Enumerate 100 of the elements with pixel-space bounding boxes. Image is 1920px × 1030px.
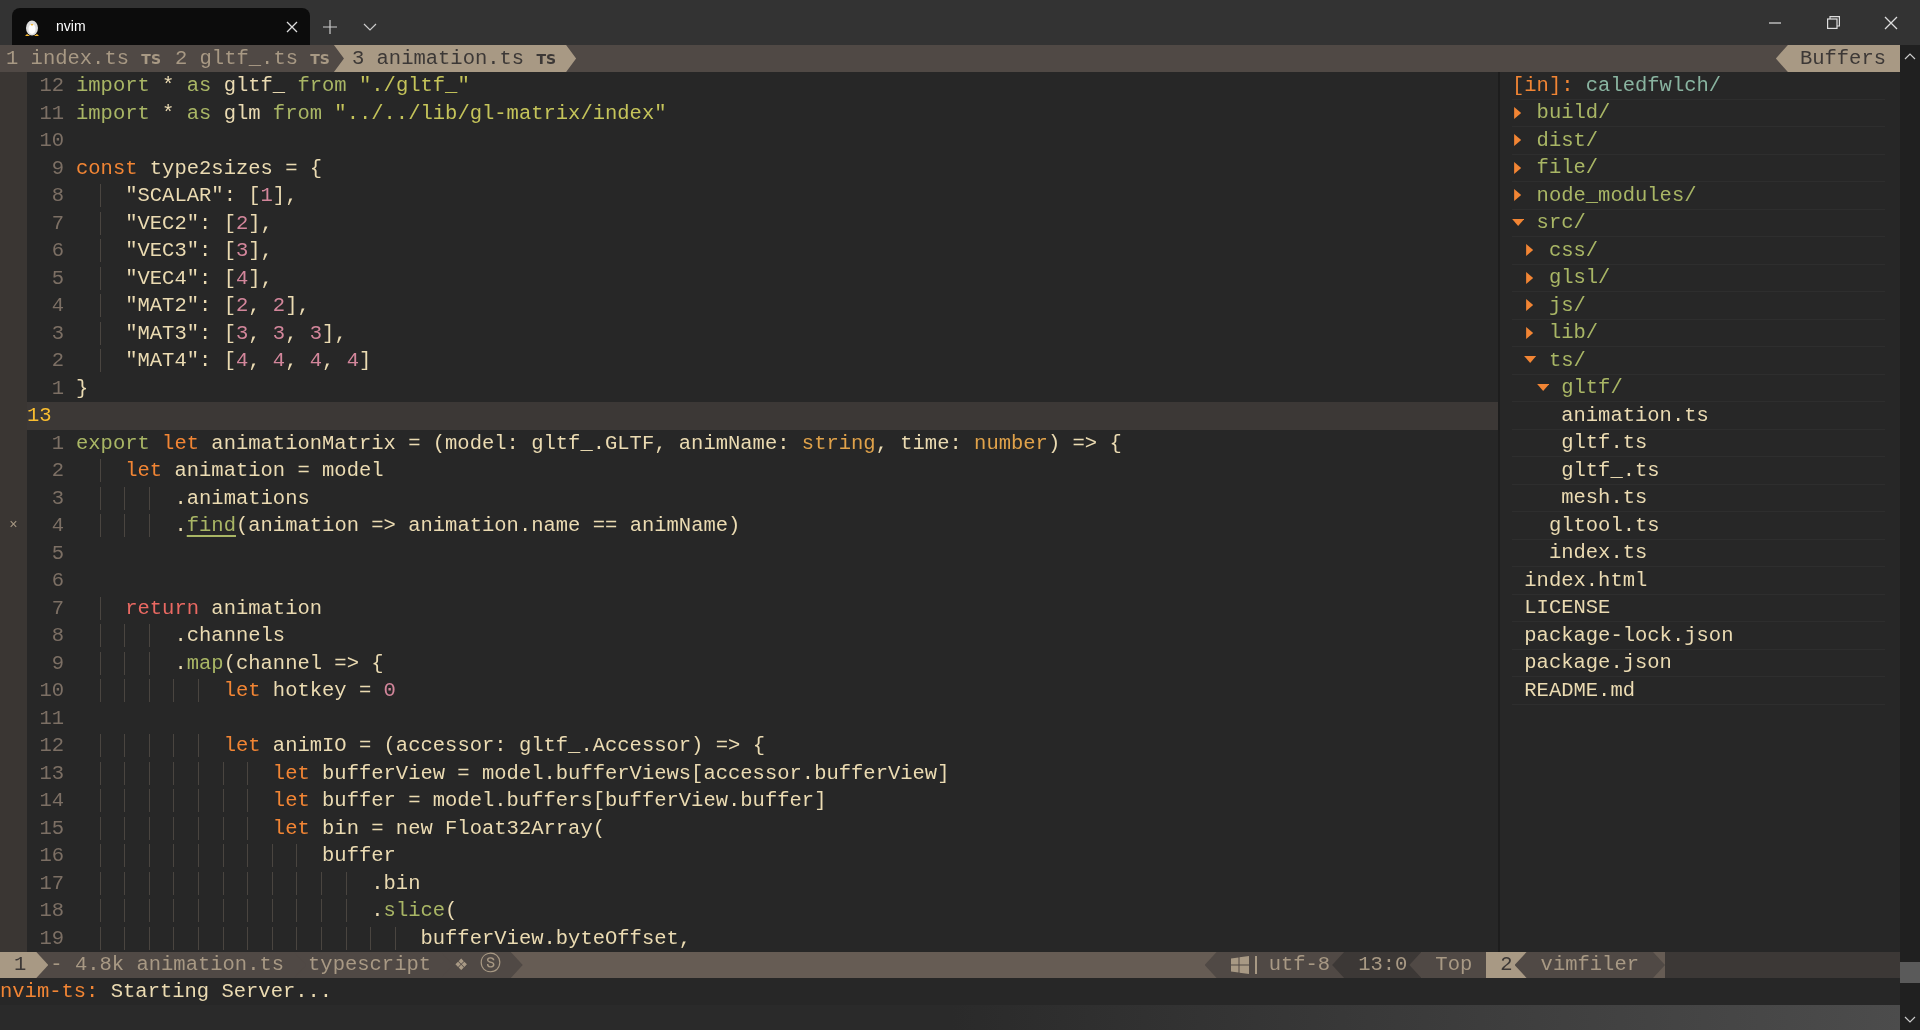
line-number: 11 — [38, 705, 64, 732]
line-number: 2 — [50, 458, 64, 484]
line-number: 4 — [50, 293, 64, 319]
line-number: 4 — [50, 513, 64, 539]
line-number: 8 — [50, 623, 64, 649]
code-line: "MAT4": [4, 4, 4, 4] — [76, 347, 372, 375]
code-line: "VEC3": [3], — [76, 237, 273, 265]
code-line: .find(animation => animation.name == animName) — [76, 512, 741, 540]
code-line: let buffer = model.buffers[bufferView.buffer] — [76, 787, 827, 815]
line-number: 17 — [38, 870, 64, 897]
windows-icon — [1230, 956, 1249, 974]
command-line-message: nvim-ts: Starting Server... — [0, 979, 334, 1005]
document-item[interactable]: index.html — [1512, 567, 1885, 595]
status-segment: ❖ ⓢ — [441, 952, 523, 978]
folder-item[interactable]: build/ — [1512, 99, 1885, 127]
code-line: "VEC2": [2], — [76, 209, 273, 237]
status-segment: vimfiler — [1514, 952, 1665, 978]
line-number: 1 — [50, 430, 64, 457]
code-line: .animations — [76, 484, 310, 512]
code-line: let bin = new Float32Array( — [76, 814, 605, 842]
code-line: bufferView.byteOffset, — [76, 924, 692, 952]
line-number: 11 — [38, 100, 64, 127]
code-line: let animation = model — [76, 457, 384, 485]
line-number: 2 — [50, 348, 64, 374]
line-number: 10 — [38, 128, 64, 154]
code-line: .map(channel => { — [76, 649, 384, 677]
line-number: 3 — [50, 320, 64, 347]
chevron-down-icon — [1904, 1015, 1916, 1023]
line-number: 12 — [38, 73, 64, 99]
document-item[interactable]: README.md — [1512, 677, 1885, 705]
document-item[interactable]: gltf_.ts — [1512, 457, 1885, 485]
folder-item[interactable]: dist/ — [1512, 127, 1885, 155]
line-number: 5 — [50, 265, 64, 292]
code-line: const type2sizes = { — [76, 155, 323, 182]
code-line: import * as glm from "../../lib/gl-matrix/index" — [76, 100, 667, 127]
code-line: let bufferView = model.bufferViews[accessor.bufferView] — [76, 759, 950, 787]
status-segment: 2 — [1486, 952, 1527, 978]
tree-root: [in]: caledfwlch/ — [1512, 72, 1885, 100]
document-item[interactable]: animation.ts — [1512, 402, 1885, 430]
line-number: 8 — [50, 183, 64, 209]
code-line: } — [76, 375, 89, 402]
close-tab-button[interactable] — [286, 20, 298, 33]
line-number: 13 — [27, 403, 53, 429]
chevron-down-icon — [363, 22, 377, 31]
folder-item[interactable]: src/ — [1512, 209, 1885, 237]
restore-icon — [1826, 16, 1840, 29]
folder-item[interactable]: file/ — [1512, 154, 1885, 182]
document-item[interactable]: gltf.ts — [1512, 429, 1885, 457]
code-line: "MAT3": [3, 3, 3], — [76, 319, 347, 347]
buffer-tab[interactable]: 3 animation.ts TS — [333, 45, 577, 72]
code-line: let hotkey = 0 — [76, 677, 396, 705]
minimize-icon — [1769, 21, 1781, 24]
line-number: 1 — [50, 375, 64, 402]
document-item[interactable]: gltool.ts — [1512, 512, 1885, 540]
line-number: 7 — [50, 210, 64, 237]
document-item[interactable]: index.ts — [1512, 539, 1885, 567]
chevron-up-icon — [1904, 52, 1916, 60]
folder-item[interactable]: ts/ — [1512, 347, 1885, 375]
close-icon — [286, 20, 298, 33]
encoding-label: utf-8 — [1268, 952, 1331, 978]
line-number: 14 — [38, 788, 64, 814]
code-line: let animIO = (accessor: gltf_.Accessor) => { — [76, 732, 765, 760]
folder-item[interactable]: gltf/ — [1512, 374, 1885, 402]
line-number: 6 — [50, 238, 64, 264]
code-line: return animation — [76, 594, 323, 622]
close-icon — [1884, 15, 1898, 30]
code-line: import * as gltf_ from "./gltf_" — [76, 73, 470, 99]
line-number: 19 — [38, 925, 64, 952]
line-number: 12 — [38, 733, 64, 759]
code-line: export let animationMatrix = (model: gltf_.GLTF, animName: string, time: number) => { — [76, 430, 1122, 457]
line-number: 3 — [50, 485, 64, 512]
folder-item[interactable]: node_modules/ — [1512, 182, 1885, 210]
tab-title: nvim — [56, 17, 87, 36]
document-item[interactable]: package-lock.json — [1512, 622, 1885, 650]
line-number: 9 — [50, 650, 64, 677]
folder-item[interactable]: js/ — [1512, 292, 1885, 320]
line-number: 7 — [50, 595, 64, 622]
line-number: 9 — [50, 155, 64, 182]
status-segment: 1 — [0, 952, 49, 978]
folder-item[interactable]: lib/ — [1512, 319, 1885, 347]
line-number: 10 — [38, 678, 64, 704]
line-number: 15 — [38, 815, 64, 842]
document-item[interactable]: LICENSE — [1512, 594, 1885, 622]
scrollbar-thumb[interactable] — [1900, 962, 1920, 983]
status-segment: Top — [1409, 952, 1487, 978]
code-line: .channels — [76, 622, 286, 650]
line-number: 18 — [38, 898, 64, 924]
line-number: 13 — [38, 760, 64, 787]
line-number: 6 — [50, 568, 64, 594]
code-line: "MAT2": [2, 2], — [76, 292, 310, 320]
code-line: "SCALAR": [1], — [76, 182, 298, 210]
line-number: 5 — [50, 540, 64, 567]
folder-item[interactable]: css/ — [1512, 237, 1885, 265]
buffers-label: Buffers — [1775, 45, 1900, 72]
line-number: 16 — [38, 843, 64, 869]
code-line: "VEC4": [4], — [76, 264, 273, 292]
plus-icon — [323, 19, 337, 34]
folder-item[interactable]: glsl/ — [1512, 264, 1885, 292]
document-item[interactable]: mesh.ts — [1512, 484, 1885, 512]
document-item[interactable]: package.json — [1512, 649, 1885, 677]
